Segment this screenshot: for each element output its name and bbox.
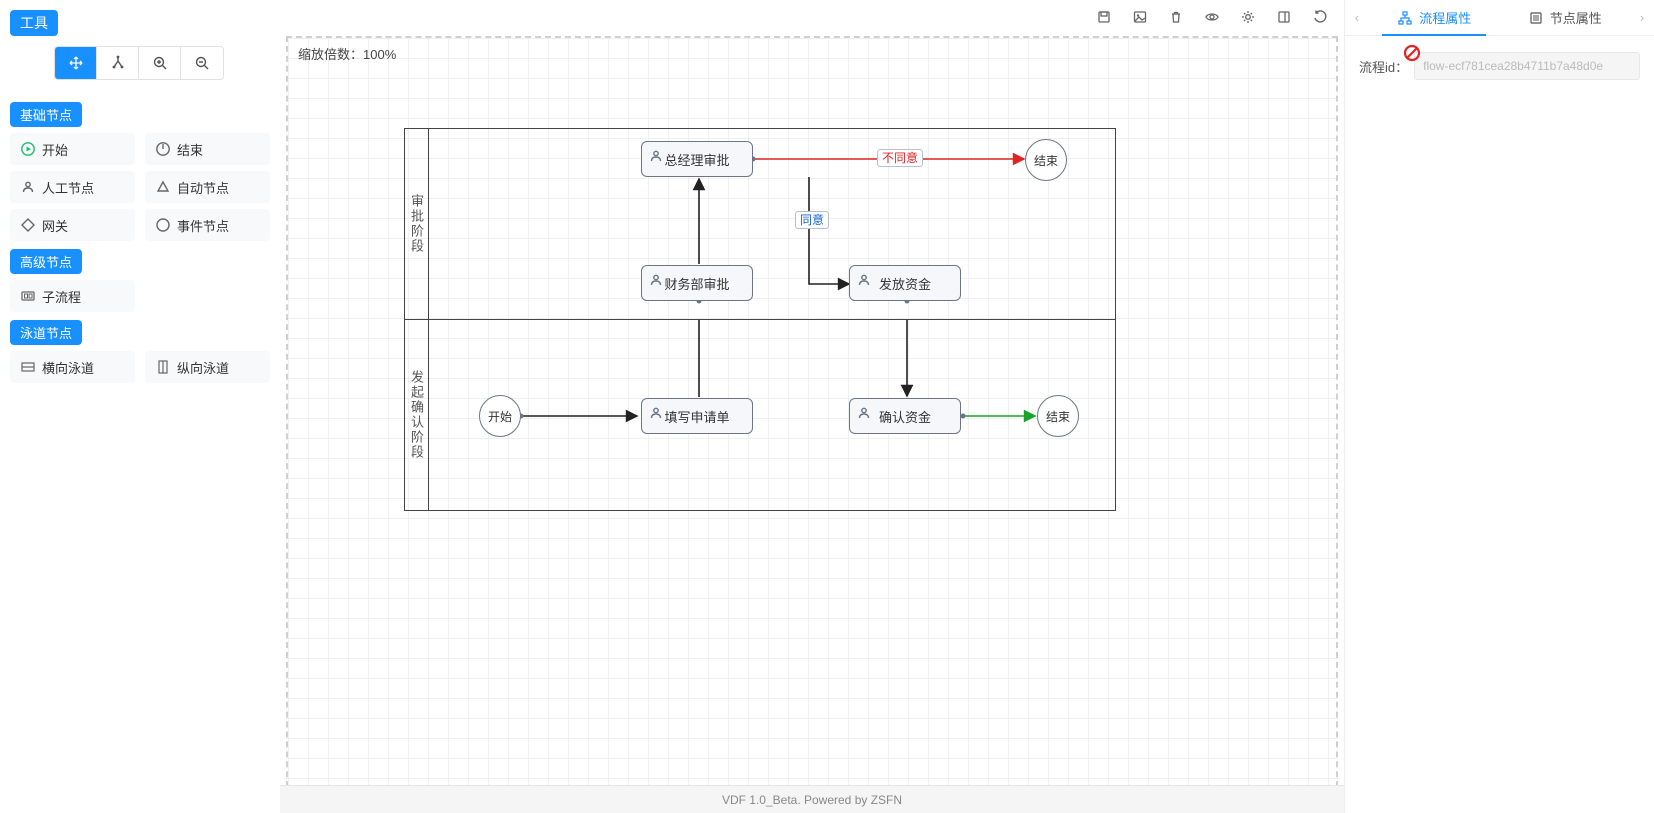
node-fin-review[interactable]: 财务部审批 [641,265,753,301]
palette-vlane[interactable]: 纵向泳道 [145,351,270,383]
person-icon [20,179,36,195]
palette-event[interactable]: 事件节点 [145,209,270,241]
canvas-toolbar [280,0,1344,36]
refresh-button[interactable] [1312,9,1330,27]
branch-tool[interactable] [97,47,139,79]
delete-button[interactable] [1168,9,1186,27]
footer: VDF 1.0_Beta. Powered by ZSFN [280,785,1344,813]
node-start[interactable]: 开始 [479,395,521,437]
lane-approval[interactable]: 审批阶段 [405,129,1115,320]
zoom-out-tool[interactable] [181,47,223,79]
hlane-icon [20,359,36,375]
node-end-bot[interactable]: 结束 [1037,395,1079,437]
forbidden-icon [1403,44,1421,62]
flow-id-label: 流程id： [1359,57,1408,76]
panel-toggle-button[interactable] [1276,9,1294,27]
cat-lane-chip: 泳道节点 [10,320,82,345]
node-gm-review[interactable]: 总经理审批 [641,141,753,177]
node-end-top[interactable]: 结束 [1025,139,1067,181]
main-area: 缩放倍数：100% x: 3240, y: 2936 审批阶段 [280,0,1344,813]
preview-button[interactable] [1204,9,1222,27]
canvas[interactable]: 缩放倍数：100% x: 3240, y: 2936 审批阶段 [286,36,1338,807]
vlane-icon [155,359,171,375]
triangle-icon [155,179,171,195]
zoom-label: 缩放倍数：100% [298,44,396,63]
swimlane-pool[interactable]: 审批阶段 [404,128,1116,511]
node-fill-form[interactable]: 填写申请单 [641,398,753,434]
palette-gateway[interactable]: 网关 [10,209,135,241]
lane-title: 发起确认阶段 [407,370,426,460]
edge-label-agree[interactable]: 同意 [795,211,829,229]
move-tool[interactable] [55,47,97,79]
tools-chip: 工具 [10,10,58,36]
palette-start[interactable]: 开始 [10,133,135,165]
diamond-icon [20,217,36,233]
node-dispatch[interactable]: 发放资金 [849,265,961,301]
lane-title: 审批阶段 [407,194,426,254]
palette-subflow[interactable]: 子流程 [10,280,135,312]
palette-auto[interactable]: 自动节点 [145,171,270,203]
power-icon [155,141,171,157]
palette-hlane[interactable]: 横向泳道 [10,351,135,383]
tab-node-props[interactable]: 节点属性 [1500,0,1631,35]
zoom-in-tool[interactable] [139,47,181,79]
circle-icon [155,217,171,233]
palette-human[interactable]: 人工节点 [10,171,135,203]
right-panel: ‹ 流程属性 节点属性 › 流程id： [1344,0,1654,813]
sidebar: 工具 基础节点 开始 结束 人工节点 自动节点 网关 事件节点 高级节点 子流程… [0,0,280,813]
tabs-prev[interactable]: ‹ [1345,10,1369,25]
save-button[interactable] [1096,9,1114,27]
edge-label-disagree[interactable]: 不同意 [877,149,923,167]
flow-id-input[interactable] [1414,52,1640,80]
play-circle-icon [20,141,36,157]
tab-flow-props[interactable]: 流程属性 [1369,0,1500,35]
tabs-next[interactable]: › [1630,10,1654,25]
flow-id-row: 流程id： [1345,36,1654,96]
subflow-icon [20,288,36,304]
tool-mode-group [54,46,224,80]
export-image-button[interactable] [1132,9,1150,27]
cat-advanced-chip: 高级节点 [10,249,82,274]
palette-end[interactable]: 结束 [145,133,270,165]
settings-button[interactable] [1240,9,1258,27]
lane-initiate[interactable]: 发起确认阶段 [405,320,1115,510]
cat-basic-chip: 基础节点 [10,102,82,127]
node-confirm[interactable]: 确认资金 [849,398,961,434]
